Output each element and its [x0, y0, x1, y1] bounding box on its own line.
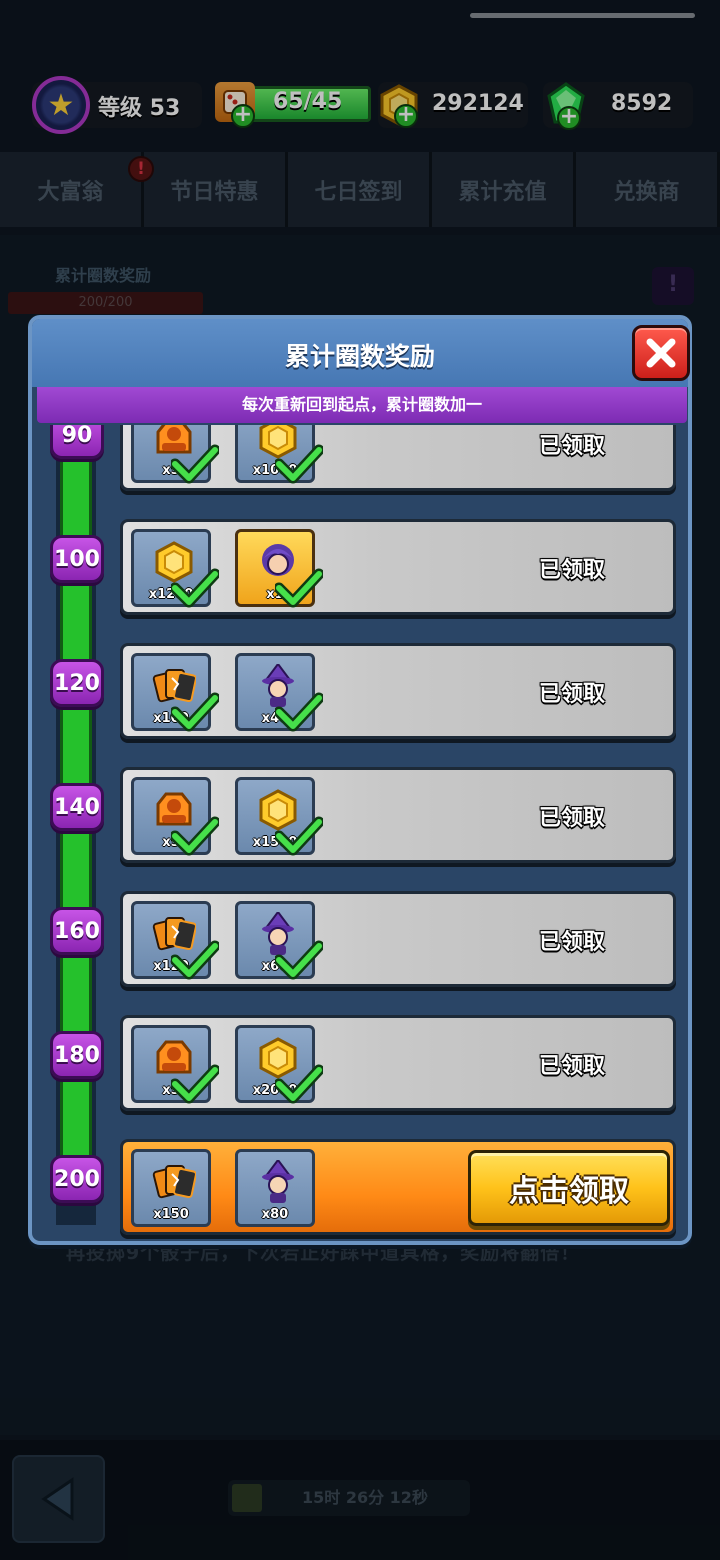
claimed-check-icon: [169, 692, 221, 732]
milestone-badge: 100: [50, 535, 104, 583]
milestone-badge: 160: [50, 907, 104, 955]
reward-row: x120 x60 已领取: [120, 891, 676, 987]
claimed-check-icon: [273, 816, 325, 856]
milestone-badge: 120: [50, 659, 104, 707]
reward-row: x1200 x1 已领取: [120, 519, 676, 615]
reward-quantity: x80: [261, 1207, 289, 1222]
reward-row: x5 x1500 已领取: [120, 767, 676, 863]
claimed-check-icon: [169, 568, 221, 608]
close-button[interactable]: [632, 325, 690, 381]
reward-list[interactable]: 90 x5 x1000 已领取 100 x1200 x1 已领取 120 x100 x40 已领取 14…: [36, 425, 688, 1241]
claimed-check-icon: [169, 940, 221, 980]
dialog-subtitle: 每次重新回到起点，累计圈数加一: [37, 387, 687, 423]
claimed-check-icon: [273, 568, 325, 608]
milestone-badge: 200: [50, 1155, 104, 1203]
milestone-badge: 90: [50, 425, 104, 459]
claimed-check-icon: [169, 816, 221, 856]
close-icon: [646, 338, 676, 368]
dialog-title: 累计圈数奖励: [284, 342, 435, 371]
reward-row: x5 x1000 已领取: [120, 425, 676, 491]
claimed-status-label: 已领取: [538, 1054, 605, 1079]
claimed-check-icon: [273, 444, 325, 484]
milestone-badge: 140: [50, 783, 104, 831]
dialog-header: 累计圈数奖励: [32, 319, 688, 387]
reward-row: x150 x80 点击领取: [120, 1139, 676, 1235]
claimed-status-label: 已领取: [538, 682, 605, 707]
claim-button[interactable]: 点击领取: [468, 1150, 670, 1226]
claimed-status-label: 已领取: [538, 806, 605, 831]
claimed-status-label: 已领取: [538, 930, 605, 955]
claimed-check-icon: [273, 1064, 325, 1104]
reward-item[interactable]: x80: [235, 1149, 315, 1227]
reward-row: x100 x40 已领取: [120, 643, 676, 739]
claimed-check-icon: [273, 940, 325, 980]
claimed-check-icon: [273, 692, 325, 732]
reward-quantity: x150: [153, 1207, 189, 1222]
reward-row: x5 x2000 已领取: [120, 1015, 676, 1111]
claimed-status-label: 已领取: [538, 558, 605, 583]
milestone-badge: 180: [50, 1031, 104, 1079]
claimed-status-label: 已领取: [538, 434, 605, 459]
claimed-check-icon: [169, 1064, 221, 1104]
reward-item[interactable]: x150: [131, 1149, 211, 1227]
lap-rewards-dialog: 累计圈数奖励 每次重新回到起点，累计圈数加一 90 x5 x1000 已领取 100 x1…: [28, 315, 692, 1245]
game-screen: ★ 等级 53 + 65/45 + 292124 + 8592 大富翁 节日特惠…: [0, 0, 720, 1560]
claimed-check-icon: [169, 444, 221, 484]
